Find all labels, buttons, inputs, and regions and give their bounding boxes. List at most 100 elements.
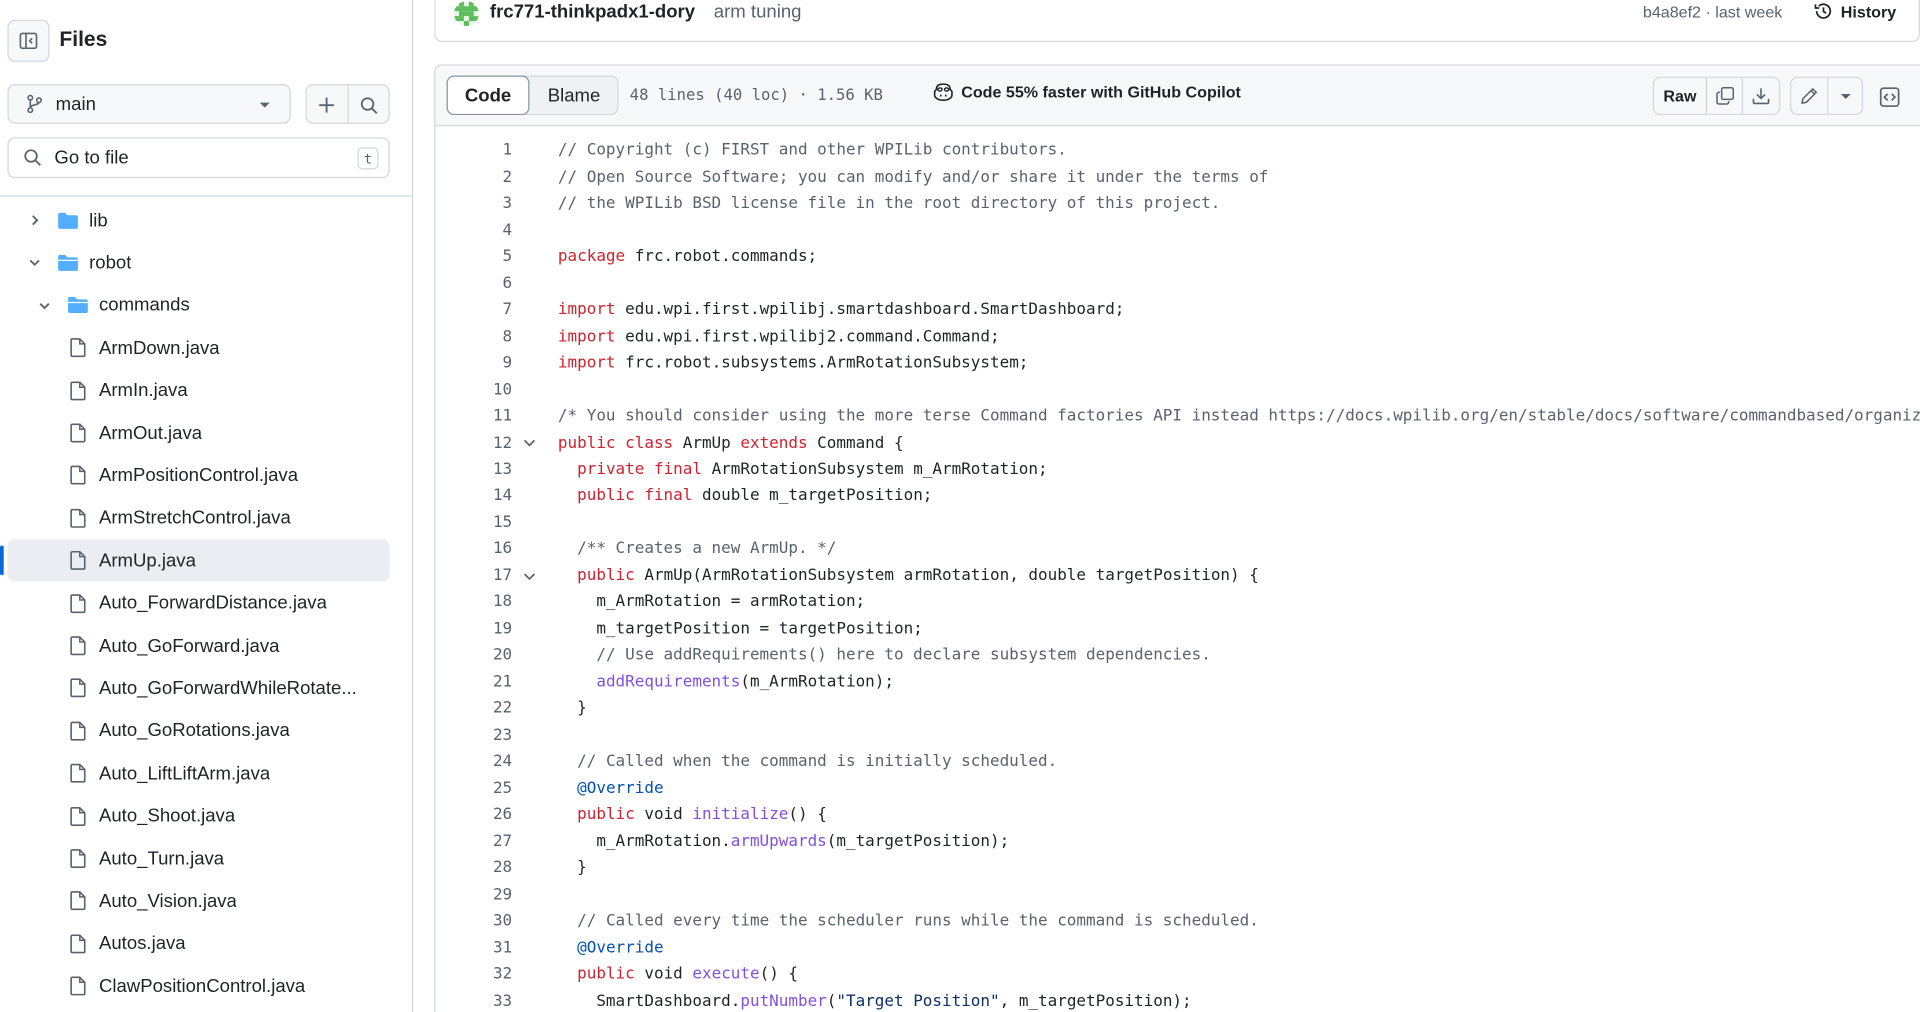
line-number[interactable]: 7 — [435, 301, 513, 320]
tree-file[interactable]: Auto_Vision.java — [7, 880, 389, 922]
raw-button[interactable]: Raw — [1654, 78, 1706, 114]
code-text: // Use addRequirements() here to declare… — [596, 646, 1211, 665]
tab-blame[interactable]: Blame — [529, 75, 618, 115]
tree-file[interactable]: ArmIn.java — [7, 369, 389, 411]
line-number[interactable]: 31 — [435, 939, 512, 958]
edit-options-dropdown[interactable] — [1827, 77, 1862, 114]
chevron-right-icon[interactable] — [25, 210, 45, 230]
line-number[interactable]: 33 — [435, 992, 512, 1011]
copilot-icon — [933, 83, 953, 102]
code-line: 15 — [435, 509, 1920, 536]
code-line: 5 package frc.robot.commands; — [435, 244, 1920, 271]
line-number[interactable]: 29 — [435, 885, 512, 904]
line-number[interactable]: 15 — [435, 513, 512, 532]
add-file-button[interactable] — [307, 85, 347, 125]
copy-icon — [1715, 87, 1734, 105]
line-number[interactable]: 14 — [435, 487, 512, 506]
tree-item-label: Auto_GoForward.java — [98, 635, 280, 657]
line-number[interactable]: 10 — [435, 380, 512, 399]
line-number[interactable]: 17 — [435, 566, 512, 585]
avatar[interactable] — [454, 1, 479, 26]
tree-file[interactable]: Auto_GoForward.java — [7, 625, 389, 667]
tree-file[interactable]: Auto_LiftLiftArm.java — [7, 752, 389, 794]
line-number[interactable]: 25 — [435, 779, 512, 798]
copilot-promo-text: Code 55% faster with GitHub Copilot — [961, 82, 1241, 102]
fold-chevron-icon[interactable] — [522, 436, 537, 451]
caret-down-icon — [259, 102, 270, 108]
tree-file[interactable]: Auto_GoRotations.java — [7, 710, 389, 752]
symbols-panel-button[interactable] — [1870, 78, 1907, 115]
commit-hash-time[interactable]: b4a8ef2 · last week — [1643, 2, 1782, 21]
tree-file[interactable]: Auto_ForwardDistance.java — [7, 582, 389, 624]
tree-file[interactable]: ClawPositionControl.java — [7, 965, 389, 1007]
code-line: 23 — [435, 722, 1920, 749]
line-number[interactable]: 1 — [435, 141, 513, 160]
sidebar-title: Files — [59, 27, 108, 51]
line-number[interactable]: 11 — [435, 407, 512, 426]
line-number[interactable]: 4 — [435, 221, 513, 240]
tree-file[interactable]: Auto_Shoot.java — [7, 795, 389, 837]
line-number[interactable]: 6 — [435, 274, 513, 293]
code-text: // Open Source Software; you can modify … — [557, 167, 1269, 187]
tree-file[interactable]: ArmOut.java — [7, 412, 389, 454]
line-number[interactable]: 5 — [435, 248, 513, 267]
tree-folder[interactable]: commands — [7, 284, 389, 326]
go-to-file-input[interactable] — [51, 145, 330, 170]
commit-author-link[interactable]: frc771-thinkpadx1-dory — [490, 1, 695, 22]
line-number[interactable]: 23 — [435, 726, 512, 745]
go-to-file-field[interactable]: t — [7, 137, 390, 179]
tree-file[interactable]: Auto_Turn.java — [7, 838, 389, 880]
line-number[interactable]: 30 — [435, 912, 512, 931]
line-number[interactable]: 20 — [435, 646, 512, 665]
line-number[interactable]: 12 — [435, 434, 512, 453]
tree-folder[interactable]: lib — [7, 199, 389, 241]
tree-actions — [305, 84, 390, 125]
tab-code[interactable]: Code — [446, 75, 530, 116]
code-line: 26 public void initialize() { — [435, 802, 1920, 829]
tree-folder[interactable]: robot — [7, 242, 389, 284]
code-line: 31 @Override — [435, 934, 1920, 961]
line-number[interactable]: 24 — [435, 753, 512, 772]
collapse-sidebar-button[interactable] — [7, 19, 50, 62]
line-number[interactable]: 13 — [435, 460, 512, 479]
line-number[interactable]: 28 — [435, 859, 512, 878]
line-number[interactable]: 9 — [435, 354, 513, 373]
line-number[interactable]: 18 — [435, 593, 512, 612]
search-files-button[interactable] — [349, 85, 389, 125]
tree-file[interactable]: ArmDown.java — [7, 327, 389, 369]
chevron-down-icon[interactable] — [35, 295, 55, 315]
commit-message-link[interactable]: arm tuning — [714, 1, 802, 22]
fold-chevron-icon[interactable] — [522, 569, 537, 584]
history-button[interactable]: History — [1814, 1, 1896, 21]
line-number[interactable]: 8 — [435, 327, 513, 346]
tree-item-label: commands — [98, 294, 190, 316]
line-number[interactable]: 3 — [435, 194, 513, 213]
file-icon — [67, 934, 89, 954]
copy-raw-button[interactable] — [1705, 77, 1742, 114]
code-line: 25 @Override — [435, 775, 1920, 802]
line-number[interactable]: 2 — [435, 168, 513, 187]
line-number[interactable]: 27 — [435, 832, 512, 851]
file-tree-sidebar: Files main t lib robot commands ArmDown.jav… — [0, 0, 414, 1012]
branch-selector-button[interactable]: main — [7, 84, 291, 124]
tree-file[interactable]: Auto_GoForwardWhileRotate... — [7, 667, 389, 709]
line-number[interactable]: 26 — [435, 806, 512, 825]
download-button[interactable] — [1741, 77, 1778, 114]
code-line: 27 m_ArmRotation.armUpwards(m_targetPosi… — [435, 828, 1920, 855]
copilot-promo-link[interactable]: Code 55% faster with GitHub Copilot — [933, 82, 1241, 102]
chevron-down-icon[interactable] — [25, 253, 45, 273]
line-number[interactable]: 32 — [435, 965, 512, 984]
code-line: 21 addRequirements(m_ArmRotation); — [435, 669, 1920, 696]
tree-file[interactable]: ArmUp.java — [0, 539, 390, 582]
tree-file[interactable]: ArmPositionControl.java — [7, 454, 389, 496]
tree-file[interactable]: ArmStretchControl.java — [7, 497, 389, 539]
folder-icon — [57, 210, 79, 230]
line-number[interactable]: 19 — [435, 620, 512, 639]
tree-item-label: ArmPositionControl.java — [98, 465, 299, 487]
line-number[interactable]: 21 — [435, 673, 512, 692]
line-number[interactable]: 16 — [435, 540, 512, 559]
line-number[interactable]: 22 — [435, 699, 512, 718]
edit-file-button[interactable] — [1791, 78, 1827, 114]
tree-file[interactable]: Autos.java — [7, 923, 389, 965]
code-line: 28 } — [435, 855, 1920, 882]
